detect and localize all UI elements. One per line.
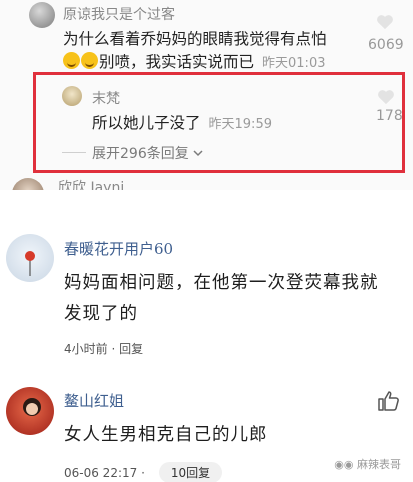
reply-text: 所以她儿子没了 昨天19:59 — [92, 111, 272, 133]
avatar[interactable] — [12, 178, 44, 190]
reply-username[interactable]: 末梵 — [92, 88, 120, 108]
avatar[interactable] — [6, 387, 54, 435]
reply-text-content: 所以她儿子没了 — [92, 114, 201, 132]
wechat-icon: ◉◉ — [334, 458, 354, 471]
watermark-text: 麻辣表哥 — [357, 458, 401, 471]
comment-username[interactable]: 春暖花开用户60 — [64, 238, 173, 259]
replies-button[interactable]: 10回复 — [158, 462, 223, 482]
comment-text: 为什么看着乔妈妈的眼睛我觉得有点怕 — [63, 30, 327, 48]
comment-username[interactable]: 鳌山红姐 — [64, 390, 124, 411]
comment-text-line2: 发现了的 — [64, 304, 138, 324]
expand-replies-button[interactable]: 展开296条回复 — [92, 143, 203, 163]
comment-text-line2: 别喷，我实话实说而已 昨天01:03 — [63, 50, 325, 72]
like-count: 6069 — [368, 37, 404, 53]
comment-meta[interactable]: 4小时前 · 回复 — [64, 340, 143, 357]
chevron-down-icon — [193, 150, 203, 157]
like-count: 178 — [376, 108, 403, 124]
heart-icon[interactable] — [377, 89, 395, 105]
avatar[interactable] — [29, 2, 55, 28]
comment-text: 女人生男相克自己的儿郎 — [64, 425, 268, 445]
watermark: ◉◉ 麻辣表哥 — [334, 456, 401, 472]
comment-text: 妈妈面相问题，在他第一次登荧幕我就 — [64, 273, 379, 293]
timestamp: 昨天01:03 — [262, 56, 326, 71]
laughing-emoji-icon — [81, 52, 98, 69]
laughing-emoji-icon — [63, 52, 80, 69]
avatar[interactable] — [6, 234, 54, 282]
thumbs-up-icon[interactable] — [377, 389, 401, 413]
comment-meta: 06-06 22:17 · 10回复 — [64, 462, 223, 482]
avatar[interactable] — [62, 86, 82, 106]
comment-thread-top: 原谅我只是个过客 为什么看着乔妈妈的眼睛我觉得有点怕 别喷，我实话实说而已 昨天0… — [0, 0, 413, 190]
portrait-icon — [23, 398, 41, 416]
divider — [62, 152, 86, 153]
comment-username[interactable]: 欣欣 Jayni — [58, 177, 124, 190]
comment-thread-bottom: 春暖花开用户60 妈妈面相问题，在他第一次登荧幕我就 发现了的 4小时前 · 回… — [0, 204, 413, 482]
flower-icon — [25, 251, 35, 276]
comment-username[interactable]: 原谅我只是个过客 — [63, 4, 175, 24]
comment-date: 06-06 22:17 · — [64, 466, 145, 480]
expand-replies-label: 展开296条回复 — [92, 146, 189, 162]
heart-icon[interactable] — [376, 14, 394, 30]
comment-text: 别喷，我实话实说而已 — [99, 53, 255, 71]
timestamp: 昨天19:59 — [208, 117, 272, 132]
